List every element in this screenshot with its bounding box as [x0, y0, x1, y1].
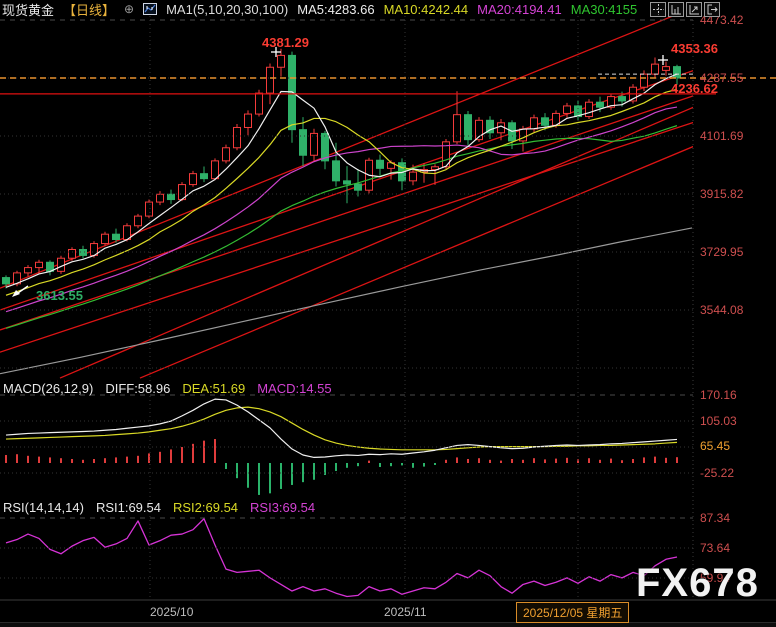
pan-tool-icon[interactable]: [650, 2, 666, 17]
rsi-axis-label: 73.64: [700, 542, 730, 555]
month-label-nov: 2025/11: [384, 605, 427, 619]
rsi2-label: RSI2:69.54: [173, 500, 238, 515]
support-price-label: 4236.62: [671, 82, 718, 96]
axis-scale-icon[interactable]: [668, 2, 684, 17]
peak-price-label: 4381.29: [262, 36, 309, 50]
chart-toolbar: [650, 2, 720, 17]
symbol-title: 现货黄金: [2, 0, 54, 19]
ma20-value-label: MA20:4194.41: [477, 2, 562, 17]
rsi1-label: RSI1:69.54: [96, 500, 161, 515]
add-indicator-icon[interactable]: ⊕: [124, 2, 134, 16]
macd-axis-label: -25.22: [700, 467, 734, 480]
macd-title: MACD(26,12,9): [3, 381, 93, 396]
rsi-title: RSI(14,14,14): [3, 500, 84, 515]
recent-high-price-label: 4353.36: [671, 42, 718, 56]
current-date-label: 2025/12/05 星期五: [516, 602, 629, 623]
price-axis-label: 4101.69: [700, 130, 743, 143]
ma5-value-label: MA5:4283.66: [297, 2, 374, 17]
trading-app: 现货黄金 【日线】 ⊕ MA1(5,10,20,30,100) MA5:4283…: [0, 0, 776, 627]
macd-panel-header: MACD(26,12,9) DIFF:58.96 DEA:51.69 MACD:…: [3, 381, 332, 396]
rsi3-label: RSI3:69.54: [250, 500, 315, 515]
low-price-label: 3613.55: [36, 289, 83, 303]
price-axis-label: 3915.82: [700, 188, 743, 201]
axis-arrow-icon[interactable]: [686, 2, 702, 17]
fx678-watermark: FX678: [636, 561, 759, 606]
macd-axis-label: 105.03: [700, 415, 737, 428]
exit-chart-icon[interactable]: [704, 2, 720, 17]
macd-dea-label: DEA:51.69: [182, 381, 245, 396]
month-label-oct: 2025/10: [150, 605, 193, 619]
price-chart-svg: [0, 0, 776, 627]
rsi-panel-header: RSI(14,14,14) RSI1:69.54 RSI2:69.54 RSI3…: [3, 500, 315, 515]
macd-diff-label: DIFF:58.96: [105, 381, 170, 396]
macd-axis-label: 170.16: [700, 389, 737, 402]
macd-axis-label: 65.45: [700, 440, 730, 453]
bottom-strip: [0, 622, 776, 627]
ma-settings-label: MA1(5,10,20,30,100): [166, 2, 288, 17]
rsi-axis-label: 87.34: [700, 512, 730, 525]
mini-chart-icon[interactable]: [143, 3, 157, 15]
ma30-value-label: MA30:4155: [571, 2, 638, 17]
price-axis-label: 3729.95: [700, 246, 743, 259]
timeframe-label: 【日线】: [63, 0, 115, 19]
macd-value-label: MACD:14.55: [257, 381, 331, 396]
price-axis-label: 3544.08: [700, 304, 743, 317]
chart-header: 现货黄金 【日线】 ⊕ MA1(5,10,20,30,100) MA5:4283…: [2, 1, 637, 17]
ma10-value-label: MA10:4242.44: [384, 2, 469, 17]
